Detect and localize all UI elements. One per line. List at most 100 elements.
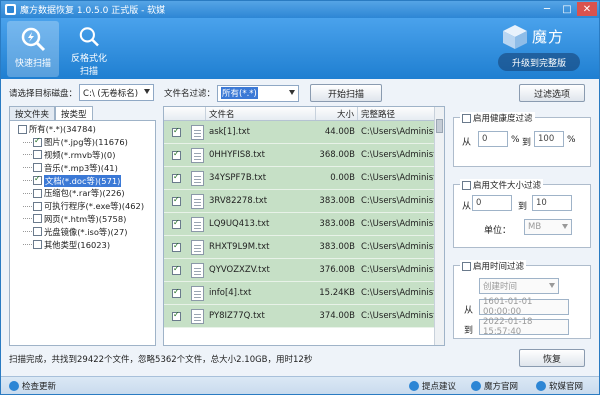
- row-checkbox[interactable]: [172, 126, 181, 137]
- upgrade-button[interactable]: 升级到完整版: [498, 53, 580, 71]
- tab-by-folder[interactable]: 按文件夹: [9, 106, 56, 120]
- size-from-value: 0: [476, 198, 482, 208]
- header-filename-label: 文件名: [209, 109, 235, 120]
- tree-checkbox[interactable]: [33, 188, 42, 198]
- table-row[interactable]: ask[1].txt 44.00B C:\Users\Administ: [164, 121, 444, 144]
- time-mode-select[interactable]: 创建时间: [479, 278, 559, 294]
- size-from-input[interactable]: 0: [472, 195, 512, 211]
- tree-item-images[interactable]: 图片(*.jpg等)(11676): [10, 136, 155, 149]
- scrollbar-thumb[interactable]: [436, 119, 443, 133]
- row-filename: 3RV82278.txt: [209, 196, 268, 206]
- row-checkbox[interactable]: [172, 287, 181, 298]
- table-row[interactable]: PY8IZ77Q.txt 374.00B C:\Users\Administ: [164, 305, 444, 328]
- filename-filter-select[interactable]: 所有(*.*): [217, 84, 300, 102]
- start-scan-button[interactable]: 开始扫描: [310, 84, 383, 102]
- time-filter-group: 启用时间过滤 创建时间 从 1601-01-01 00:00:00 到 2022…: [453, 260, 591, 339]
- tree-item-all[interactable]: 所有(*.*)(34784): [10, 123, 155, 136]
- tree-connector: [23, 180, 32, 182]
- check-update-label: 检查更新: [22, 382, 57, 392]
- tree-item-executables[interactable]: 可执行程序(*.exe等)(462): [10, 200, 155, 213]
- row-filename: RHXT9L9M.txt: [209, 242, 270, 252]
- tree-item-webpages[interactable]: 网页(*.htm等)(5758): [10, 213, 155, 226]
- tree-item-video[interactable]: 视频(*.rmvb等)(0): [10, 149, 155, 162]
- title-bar: 魔方数据恢复 1.0.5.0 正式版 - 软媒 ─ □ ✕: [1, 1, 599, 18]
- suggest-link[interactable]: 提点建议: [409, 380, 456, 392]
- table-row[interactable]: info[4].txt 15.24KB C:\Users\Administ: [164, 282, 444, 305]
- tree-checkbox[interactable]: [33, 163, 42, 173]
- restore-button[interactable]: 恢复: [519, 349, 585, 367]
- row-checkbox[interactable]: [172, 218, 181, 229]
- tree-item-disc-images[interactable]: 光盘镜像(*.iso等)(27): [10, 225, 155, 238]
- table-row[interactable]: 34YSPF7B.txt 0.00B C:\Users\Administ: [164, 167, 444, 190]
- tree-item-label: 可执行程序(*.exe等)(462): [44, 201, 145, 212]
- maximize-button[interactable]: □: [557, 2, 577, 16]
- size-to-input[interactable]: 10: [532, 195, 572, 211]
- text-file-icon: [191, 285, 204, 301]
- official-site-link[interactable]: 魔方官网: [471, 380, 518, 392]
- row-icon-cell: [188, 167, 206, 189]
- health-filter-title[interactable]: 启用健康度过滤: [460, 112, 535, 124]
- status-text: 扫描完成，共找到29422个文件，忽略5362个文件，总大小2.10GB，用时1…: [9, 355, 313, 365]
- size-filter-checkbox[interactable]: [462, 180, 471, 190]
- disk-select[interactable]: C:\ (无卷标名): [79, 84, 155, 101]
- row-filename: LQ9UQ413.txt: [209, 219, 270, 229]
- row-checkbox[interactable]: [172, 195, 181, 206]
- row-checkbox[interactable]: [172, 241, 181, 252]
- search-icon: [79, 27, 99, 47]
- health-from-value: 0: [482, 134, 488, 144]
- tree-item-other[interactable]: 其他类型(16023): [10, 238, 155, 251]
- tree-checkbox[interactable]: [33, 174, 42, 186]
- header-path[interactable]: 完整路径: [358, 107, 436, 120]
- ruanmei-site-link[interactable]: 软媒官网: [536, 380, 583, 392]
- time-to-input[interactable]: 2022-01-18 15:57:40: [479, 317, 569, 337]
- tree-checkbox[interactable]: [33, 201, 42, 211]
- row-path: C:\Users\Administ: [361, 242, 436, 252]
- window-title: 魔方数据恢复 1.0.5.0 正式版 - 软媒: [20, 6, 166, 16]
- format-scan-button[interactable]: 反格式化 扫描: [63, 21, 115, 77]
- row-filename: info[4].txt: [209, 288, 252, 298]
- quick-scan-button[interactable]: 快速扫描: [7, 21, 59, 77]
- table-row[interactable]: QYVOZXZV.txt 376.00B C:\Users\Administ: [164, 259, 444, 282]
- header-filename[interactable]: 文件名: [206, 107, 316, 120]
- time-filter-checkbox[interactable]: [462, 261, 471, 271]
- tree-checkbox[interactable]: [33, 227, 42, 237]
- tree-connector: [23, 244, 32, 246]
- row-checkbox[interactable]: [172, 264, 181, 275]
- tree-checkbox[interactable]: [33, 214, 42, 224]
- close-button[interactable]: ✕: [577, 2, 597, 16]
- size-to-label: 到: [518, 202, 528, 212]
- tree-item-music[interactable]: 音乐(*.mp3等)(41): [10, 161, 155, 174]
- vertical-scrollbar[interactable]: [434, 107, 444, 345]
- tree-checkbox[interactable]: [33, 240, 42, 250]
- table-row[interactable]: RHXT9L9M.txt 383.00B C:\Users\Administ: [164, 236, 444, 259]
- tree-checkbox[interactable]: [33, 136, 42, 147]
- size-filter-title[interactable]: 启用文件大小过滤: [460, 179, 544, 191]
- time-from-input[interactable]: 1601-01-01 00:00:00: [479, 297, 569, 317]
- minimize-button[interactable]: ─: [537, 2, 557, 16]
- tree-item-archives[interactable]: 压缩包(*.rar等)(226): [10, 187, 155, 200]
- health-from-input[interactable]: 0: [478, 131, 508, 147]
- tree-checkbox[interactable]: [18, 124, 27, 134]
- tree-item-documents[interactable]: 文档(*.doc等)(571): [10, 174, 155, 187]
- filter-options-button[interactable]: 过滤选项: [519, 84, 585, 102]
- table-row[interactable]: LQ9UQ413.txt 383.00B C:\Users\Administ: [164, 213, 444, 236]
- unit-select[interactable]: MB: [524, 219, 572, 235]
- table-row[interactable]: 3RV82278.txt 383.00B C:\Users\Administ: [164, 190, 444, 213]
- row-checkbox[interactable]: [172, 310, 181, 321]
- tree-connector: [23, 141, 32, 143]
- row-checkbox[interactable]: [172, 149, 181, 160]
- tab-by-type[interactable]: 按类型: [55, 106, 93, 120]
- suggest-label: 提点建议: [422, 382, 457, 392]
- row-filename: ask[1].txt: [209, 127, 250, 137]
- table-row[interactable]: 0HHYFIS8.txt 368.00B C:\Users\Administ: [164, 144, 444, 167]
- check-update-link[interactable]: 检查更新: [9, 380, 56, 392]
- official-site-label: 魔方官网: [484, 382, 519, 392]
- time-filter-title[interactable]: 启用时间过滤: [460, 260, 527, 272]
- header-size[interactable]: 大小: [316, 107, 358, 120]
- tree-checkbox[interactable]: [33, 150, 42, 160]
- health-filter-checkbox[interactable]: [462, 113, 471, 123]
- health-to-input[interactable]: 100: [534, 131, 564, 147]
- row-icon-cell: [188, 144, 206, 166]
- row-checkbox[interactable]: [172, 172, 181, 183]
- text-file-icon: [191, 239, 204, 255]
